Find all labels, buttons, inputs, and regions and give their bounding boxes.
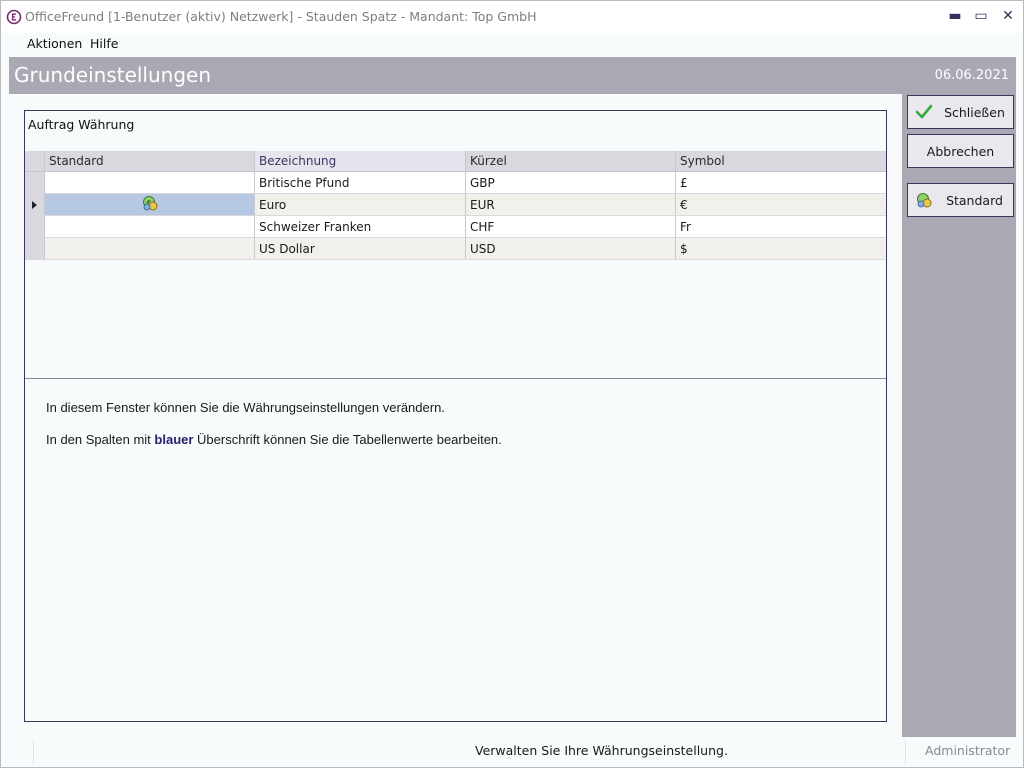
cell-bezeichnung[interactable]: Euro <box>255 194 466 215</box>
page-header: Grundeinstellungen 06.06.2021 <box>9 57 1016 94</box>
menu-bar: Aktionen Hilfe <box>1 33 1023 55</box>
cancel-button-label: Abbrechen <box>926 143 995 159</box>
title-bar: OfficeFreund [1-Benutzer (aktiv) Netzwer… <box>1 1 1023 33</box>
status-separator <box>33 740 34 764</box>
cell-standard[interactable] <box>45 238 255 259</box>
current-row-indicator-icon <box>32 200 37 209</box>
cell-symbol[interactable]: £ <box>676 172 886 193</box>
app-window: OfficeFreund [1-Benutzer (aktiv) Netzwer… <box>0 0 1024 768</box>
info-text-part: Überschrift können Sie die Tabellenwerte… <box>193 432 502 447</box>
cell-bezeichnung[interactable]: Schweizer Franken <box>255 216 466 237</box>
window-title: OfficeFreund [1-Benutzer (aktiv) Netzwer… <box>25 9 537 24</box>
officefreund-logo-icon <box>6 9 22 25</box>
section-title: Auftrag Währung <box>28 117 135 132</box>
cell-bezeichnung[interactable]: Britische Pfund <box>255 172 466 193</box>
cell-standard[interactable] <box>45 172 255 193</box>
column-header-standard[interactable]: Standard <box>45 151 255 171</box>
currency-panel: Auftrag Währung Standard Bezeichnung Kür… <box>24 110 887 722</box>
row-selector-header <box>25 151 45 171</box>
set-default-button-label: Standard <box>946 192 1003 208</box>
cell-symbol[interactable]: € <box>676 194 886 215</box>
table-row[interactable]: Britische Pfund GBP £ <box>25 172 886 194</box>
menu-item-hilfe[interactable]: Hilfe <box>90 36 118 51</box>
info-text-line-1: In diesem Fenster können Sie die Währung… <box>46 400 445 415</box>
info-text-highlight: blauer <box>154 432 194 447</box>
cell-bezeichnung[interactable]: US Dollar <box>255 238 466 259</box>
minimize-icon[interactable]: ▬ <box>941 5 969 27</box>
cell-kuerzel[interactable]: GBP <box>466 172 676 193</box>
cell-symbol[interactable]: $ <box>676 238 886 259</box>
coin-icon <box>912 190 936 210</box>
default-currency-coin-icon: € <box>141 194 159 215</box>
column-header-kuerzel[interactable]: Kürzel <box>466 151 676 171</box>
page-title: Grundeinstellungen <box>14 63 212 87</box>
grid-header-row: Standard Bezeichnung Kürzel Symbol <box>25 151 886 172</box>
column-header-bezeichnung[interactable]: Bezeichnung <box>255 151 466 171</box>
cell-symbol[interactable]: Fr <box>676 216 886 237</box>
table-row[interactable]: € Euro EUR € <box>25 194 886 216</box>
row-selector[interactable] <box>25 238 45 259</box>
status-separator <box>905 740 906 764</box>
table-row[interactable]: Schweizer Franken CHF Fr <box>25 216 886 238</box>
row-selector[interactable] <box>25 216 45 237</box>
maximize-icon[interactable]: ▭ <box>967 5 995 27</box>
cell-kuerzel[interactable]: EUR <box>466 194 676 215</box>
action-sidebar: Schließen Abbrechen Standard <box>902 94 1016 737</box>
row-selector[interactable] <box>25 172 45 193</box>
cell-kuerzel[interactable]: USD <box>466 238 676 259</box>
close-button[interactable]: Schließen <box>907 95 1014 129</box>
menu-item-aktionen[interactable]: Aktionen <box>27 36 82 51</box>
close-window-icon[interactable]: ✕ <box>994 5 1022 27</box>
currency-grid: Standard Bezeichnung Kürzel Symbol Briti… <box>25 151 886 260</box>
status-bar: Verwalten Sie Ihre Währungseinstellung. … <box>1 737 1023 767</box>
cancel-button[interactable]: Abbrechen <box>907 134 1014 168</box>
info-text-line-2: In den Spalten mit blauer Überschrift kö… <box>46 432 502 447</box>
checkmark-icon <box>912 102 936 122</box>
set-default-button[interactable]: Standard <box>907 183 1014 217</box>
cell-standard[interactable]: € <box>45 194 255 215</box>
header-date: 06.06.2021 <box>934 68 1009 83</box>
cell-kuerzel[interactable]: CHF <box>466 216 676 237</box>
status-user: Administrator <box>925 743 1011 758</box>
table-row[interactable]: US Dollar USD $ <box>25 238 886 260</box>
info-text-part: In den Spalten mit <box>46 432 155 447</box>
status-message: Verwalten Sie Ihre Währungseinstellung. <box>475 743 728 758</box>
close-button-label: Schließen <box>944 104 1005 120</box>
row-selector[interactable] <box>25 194 45 215</box>
column-header-symbol[interactable]: Symbol <box>676 151 886 171</box>
cell-standard[interactable] <box>45 216 255 237</box>
panel-divider <box>25 378 886 379</box>
